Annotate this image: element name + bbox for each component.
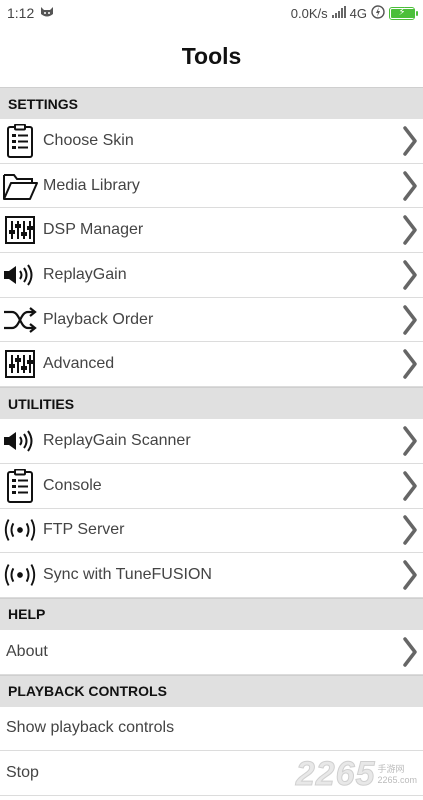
title-bar: Tools (0, 26, 423, 87)
menu-item-replaygain[interactable]: ReplayGain (0, 253, 423, 298)
chevron-right-icon (400, 349, 420, 380)
network-4g-icon: 4G (349, 5, 367, 21)
menu-item-replaygain-scanner[interactable]: ReplayGain Scanner (0, 419, 423, 464)
chevron-right-icon (400, 636, 420, 667)
chevron-right-icon (400, 515, 420, 546)
status-time: 1:12 (7, 5, 35, 21)
menu-item-label: About (6, 642, 48, 660)
menu-item-media-library[interactable]: Media Library (0, 163, 423, 209)
speaker-icon (2, 257, 38, 293)
chevron-right-icon (400, 170, 420, 201)
clipboard-list-icon (2, 123, 38, 159)
tools-list: SETTINGS Choose Skin Media Library DSP Mana… (0, 87, 423, 796)
section-header-utilities: UTILITIES (0, 387, 423, 420)
page-title: Tools (181, 43, 242, 69)
menu-item-console[interactable]: Console (0, 463, 423, 509)
menu-item-label: ReplayGain Scanner (43, 431, 191, 449)
menu-item-label: Sync with TuneFUSION (43, 566, 212, 584)
status-bar: 1:12 0.0K/s 4G ⚡ (0, 0, 423, 26)
menu-item-label: FTP Server (43, 521, 125, 539)
chevron-right-icon (400, 260, 420, 290)
menu-item-label: Advanced (43, 355, 115, 373)
shuffle-icon (2, 302, 38, 338)
chevron-right-icon (400, 426, 420, 456)
watermark-line1: 手游网 (377, 763, 405, 774)
menu-item-advanced[interactable]: Advanced (0, 342, 423, 388)
folder-open-icon (2, 168, 38, 204)
equalizer-icon (2, 346, 38, 382)
chevron-right-icon (400, 560, 420, 590)
menu-item-playback-order[interactable]: Playback Order (0, 297, 423, 343)
menu-item-label: ReplayGain (43, 265, 127, 283)
section-header-help: HELP (0, 597, 423, 630)
chevron-right-icon (400, 126, 420, 156)
battery-icon: ⚡ (389, 6, 418, 20)
clipboard-list-icon (2, 468, 38, 504)
menu-item-label: DSP Manager (43, 221, 144, 239)
menu-item-label: Show playback controls (6, 719, 175, 737)
menu-item-sync-with-tunefusion[interactable]: Sync with TuneFUSION (0, 553, 423, 598)
watermark: 2265 手游网 2265.com (295, 755, 417, 794)
chevron-right-icon (400, 304, 420, 335)
chevron-right-icon (400, 215, 420, 245)
menu-item-label: Choose Skin (43, 131, 134, 149)
chevron-right-icon (400, 470, 420, 501)
menu-item-show-playback-controls[interactable]: Show playback controls (0, 706, 423, 752)
menu-item-dsp-manager[interactable]: DSP Manager (0, 208, 423, 254)
menu-item-label: Console (43, 476, 102, 494)
speaker-icon (2, 423, 38, 459)
broadcast-icon (2, 557, 38, 593)
equalizer-icon (2, 212, 38, 248)
status-speed: 0.0K/s (290, 5, 328, 21)
menu-item-ftp-server[interactable]: FTP Server (0, 508, 423, 554)
data-icon (371, 4, 385, 22)
watermark-line2: 2265.com (377, 774, 417, 785)
section-header-settings: SETTINGS (0, 87, 423, 119)
menu-item-label: Playback Order (43, 310, 154, 328)
menu-item-about[interactable]: About (0, 629, 423, 675)
watermark-number: 2265 (295, 755, 376, 794)
broadcast-icon (2, 512, 38, 548)
menu-item-choose-skin[interactable]: Choose Skin (0, 119, 423, 164)
signal-icon (331, 5, 346, 21)
cat-icon (40, 5, 54, 21)
menu-item-label: Media Library (43, 176, 140, 194)
section-header-playback-controls: PLAYBACK CONTROLS (0, 674, 423, 707)
